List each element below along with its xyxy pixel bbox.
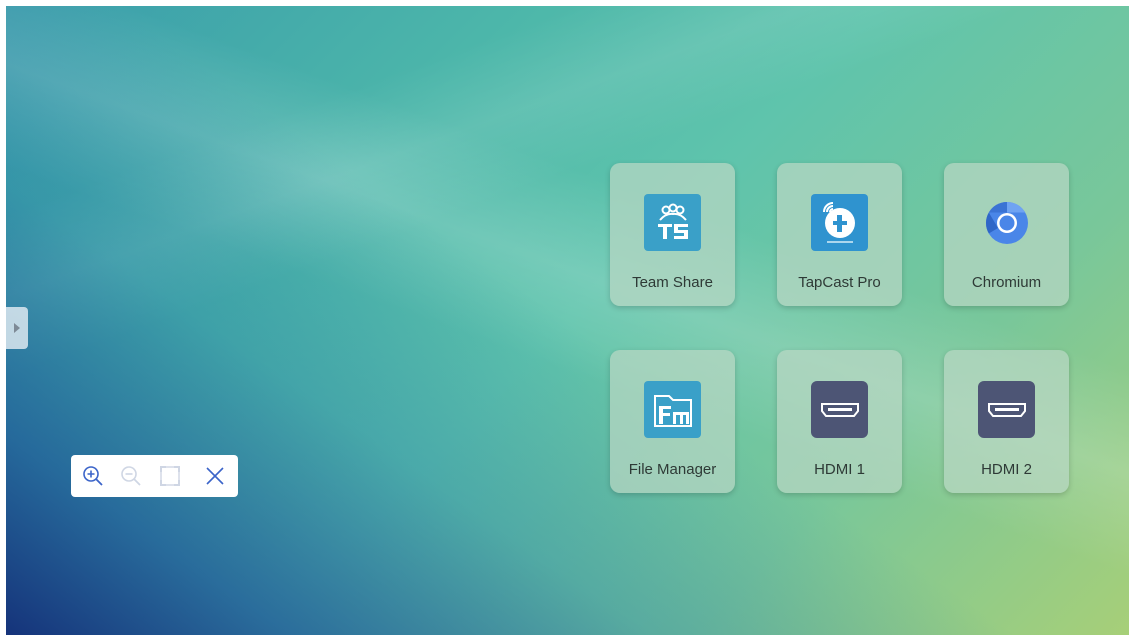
app-label: Chromium	[971, 274, 1042, 291]
hdmi-icon	[978, 381, 1035, 438]
zoom-in-button[interactable]	[80, 463, 106, 489]
zoom-toolbar	[71, 455, 238, 497]
app-tile-file-manager[interactable]: File Manager	[610, 350, 735, 493]
app-label: HDMI 2	[981, 461, 1032, 478]
close-button[interactable]	[202, 463, 228, 489]
app-label: HDMI 1	[814, 461, 865, 478]
fit-screen-icon	[160, 466, 180, 486]
app-tile-team-share[interactable]: Team Share	[610, 163, 735, 306]
team-share-icon	[644, 194, 701, 251]
hdmi-icon	[811, 381, 868, 438]
file-manager-icon	[644, 381, 701, 438]
fit-screen-button[interactable]	[157, 463, 183, 489]
triangle-right-icon	[14, 323, 20, 333]
close-icon	[206, 467, 224, 485]
zoom-out-icon	[121, 466, 141, 486]
side-panel-toggle[interactable]	[6, 307, 28, 349]
desktop-background: Team Share TapCast Pro Chromium File Man…	[6, 6, 1129, 635]
app-label: Team Share	[632, 274, 713, 291]
app-tile-tapcast-pro[interactable]: TapCast Pro	[777, 163, 902, 306]
app-tile-chromium[interactable]: Chromium	[944, 163, 1069, 306]
app-label: TapCast Pro	[798, 274, 881, 291]
zoom-out-button[interactable]	[118, 463, 144, 489]
zoom-in-icon	[83, 466, 103, 486]
app-tile-hdmi-2[interactable]: HDMI 2	[944, 350, 1069, 493]
chromium-icon	[978, 194, 1035, 251]
app-label: File Manager	[628, 461, 717, 478]
tapcast-pro-icon	[811, 194, 868, 251]
app-tile-hdmi-1[interactable]: HDMI 1	[777, 350, 902, 493]
